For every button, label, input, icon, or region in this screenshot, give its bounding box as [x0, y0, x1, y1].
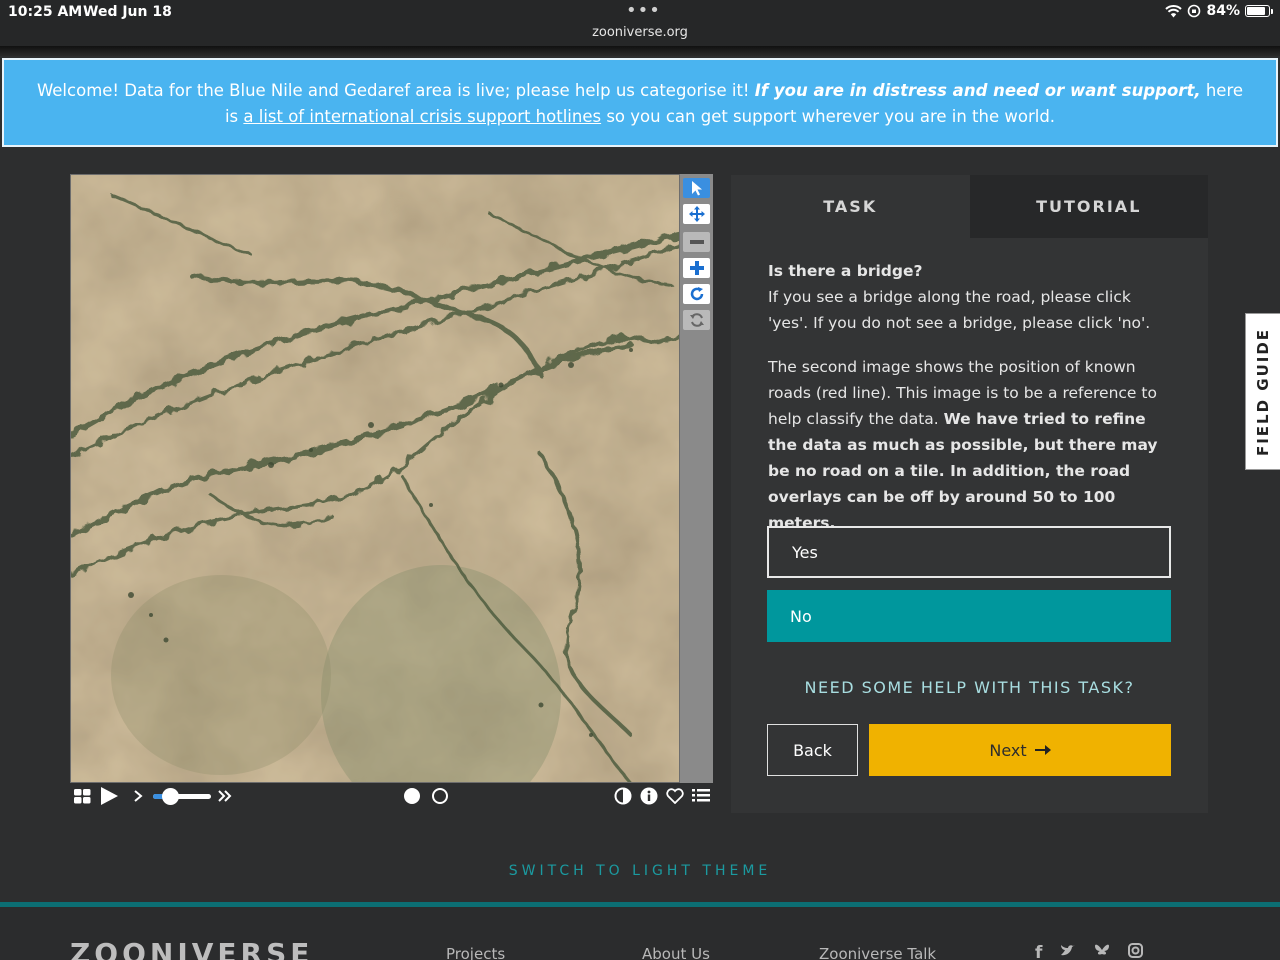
footer-link-projects[interactable]: Projects — [446, 945, 505, 960]
rotate-icon[interactable] — [683, 284, 710, 304]
collections-list-icon[interactable] — [692, 788, 710, 804]
announcement-banner: Welcome! Data for the Blue Nile and Geda… — [2, 58, 1278, 147]
crisis-hotlines-link[interactable]: a list of international crisis support h… — [243, 107, 601, 126]
speed-slider[interactable] — [153, 787, 211, 805]
battery-icon — [1245, 5, 1273, 17]
banner-text-end: so you can get support wherever you are … — [601, 107, 1056, 126]
reference-note: The second image shows the position of k… — [768, 354, 1172, 536]
question-title: Is there a bridge? — [768, 262, 923, 280]
tab-task[interactable]: TASK — [731, 175, 970, 238]
arrow-right-icon — [1034, 745, 1051, 755]
subject-image[interactable] — [70, 174, 680, 783]
status-time: 10:25 AM — [8, 4, 83, 20]
frame-dot-active-icon[interactable] — [403, 787, 421, 805]
back-button[interactable]: Back — [767, 724, 858, 776]
invert-icon[interactable] — [614, 787, 632, 805]
zoom-out-icon[interactable] — [683, 232, 710, 252]
wifi-icon — [1165, 4, 1183, 17]
bluesky-icon[interactable] — [1094, 943, 1110, 957]
top-shadow — [0, 46, 1280, 56]
zoom-in-icon[interactable] — [683, 258, 710, 278]
grid-view-icon[interactable] — [74, 788, 91, 804]
question-instructions: If you see a bridge along the road, plea… — [768, 288, 1151, 332]
social-links: f — [1035, 943, 1144, 960]
task-panel: TASK TUTORIAL Is there a bridge? If you … — [731, 175, 1208, 813]
field-guide-label: FIELD GUIDE — [1254, 327, 1273, 456]
move-icon[interactable] — [683, 204, 710, 224]
banner-emphasis: If you are in distress and need or want … — [754, 81, 1201, 100]
site-footer: ZOONIVERSE Projects About Us Zooniverse … — [0, 907, 1280, 960]
status-bar: 10:25 AM Wed Jun 18 ••• zooniverse.org 8… — [0, 0, 1280, 46]
twitter-icon[interactable] — [1060, 943, 1076, 957]
banner-text: Welcome! Data for the Blue Nile and Geda… — [36, 81, 755, 100]
footer-link-talk[interactable]: Zooniverse Talk — [819, 945, 936, 960]
frame-indicator — [403, 786, 449, 806]
answer-no-button[interactable]: No — [767, 590, 1171, 642]
field-guide-tab[interactable]: FIELD GUIDE — [1245, 313, 1280, 470]
status-right: 84% — [1165, 3, 1273, 19]
next-button[interactable]: Next — [869, 724, 1171, 776]
playback-controls — [74, 786, 233, 806]
status-date: Wed Jun 18 — [83, 4, 172, 20]
reset-icon[interactable] — [683, 310, 710, 330]
next-button-label: Next — [989, 740, 1027, 760]
answer-yes-button[interactable]: Yes — [767, 526, 1171, 578]
task-help-link[interactable]: NEED SOME HELP WITH THIS TASK? — [731, 678, 1208, 697]
info-icon[interactable] — [640, 787, 658, 805]
reference-note-bold: We have tried to refine the data as much… — [768, 410, 1158, 532]
task-question: Is there a bridge? If you see a bridge a… — [731, 238, 1208, 536]
more-dots-icon[interactable]: ••• — [626, 0, 661, 21]
favorite-heart-icon[interactable] — [666, 788, 684, 804]
switch-theme-link[interactable]: SWITCH TO LIGHT THEME — [0, 863, 1280, 879]
step-forward-icon[interactable] — [133, 789, 143, 803]
address-url[interactable]: zooniverse.org — [0, 25, 1280, 40]
zooniverse-logo[interactable]: ZOONIVERSE — [70, 937, 313, 960]
fast-forward-icon[interactable] — [217, 789, 233, 803]
instagram-icon[interactable] — [1128, 943, 1144, 958]
tab-tutorial[interactable]: TUTORIAL — [969, 175, 1208, 238]
play-icon[interactable] — [99, 786, 119, 806]
subject-actions — [614, 786, 710, 806]
facebook-icon[interactable]: f — [1035, 943, 1042, 960]
panel-tabs: TASK TUTORIAL — [731, 175, 1208, 238]
footer-link-about[interactable]: About Us — [642, 945, 710, 960]
battery-percent: 84% — [1206, 3, 1240, 19]
pointer-icon[interactable] — [683, 178, 710, 198]
orientation-lock-icon — [1188, 4, 1201, 18]
frame-dot-icon[interactable] — [431, 787, 449, 805]
slider-thumb[interactable] — [161, 787, 179, 805]
viewer-toolbar — [680, 174, 713, 783]
